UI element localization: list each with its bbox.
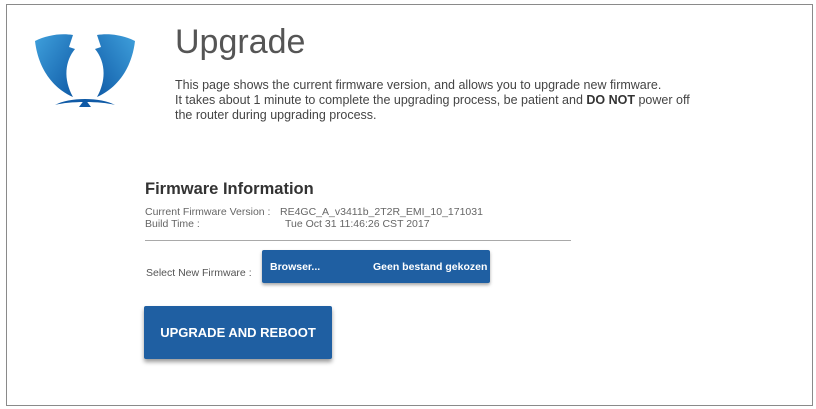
section-divider <box>145 240 571 241</box>
description-line-2: It takes about 1 minute to complete the … <box>175 93 587 107</box>
build-time-row: Build Time : Tue Oct 31 11:46:26 CST 201… <box>145 218 430 230</box>
build-time-value: Tue Oct 31 11:46:26 CST 2017 <box>285 218 430 230</box>
description-line-1: This page shows the current firmware ver… <box>175 78 662 92</box>
no-file-chosen-text: Geen bestand gekozen <box>373 261 488 273</box>
description-line-2-end: power off <box>635 93 690 107</box>
brand-logo-icon <box>35 34 135 107</box>
firmware-version-value: RE4GC_A_v3411b_2T2R_EMI_10_171031 <box>280 206 483 218</box>
build-time-label: Build Time : <box>145 218 200 230</box>
firmware-version-label: Current Firmware Version : <box>145 206 271 218</box>
page-description: This page shows the current firmware ver… <box>175 78 755 123</box>
firmware-version-row: Current Firmware Version : RE4GC_A_v3411… <box>145 206 483 218</box>
description-line-3: the router during upgrading process. <box>175 108 377 122</box>
select-firmware-label: Select New Firmware : <box>146 267 252 279</box>
firmware-file-input[interactable]: Browser... Geen bestand gekozen <box>262 250 490 283</box>
description-warning: DO NOT <box>586 93 635 107</box>
page-title: Upgrade <box>175 23 306 61</box>
upgrade-and-reboot-button[interactable]: UPGRADE AND REBOOT <box>144 306 332 359</box>
firmware-info-title: Firmware Information <box>145 180 314 198</box>
browse-button-label: Browser... <box>270 261 321 273</box>
page-frame: Upgrade This page shows the current firm… <box>6 4 813 406</box>
